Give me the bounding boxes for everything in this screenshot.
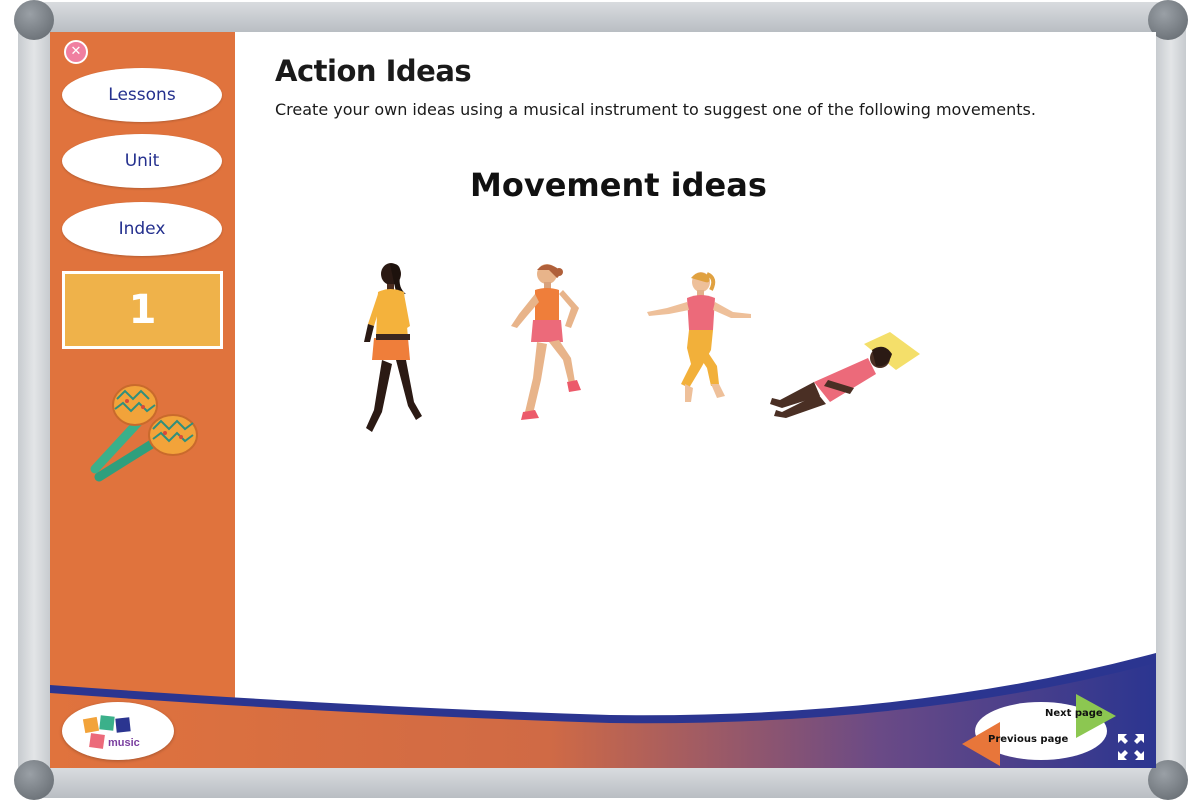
page-title: Action Ideas [275,54,472,88]
frame-right [1156,22,1186,778]
jumping-figure [647,272,751,402]
maracas-icon [90,384,198,482]
section-heading: Movement ideas [470,166,767,204]
walking-figure [364,263,422,432]
frame-corner [14,0,54,40]
lying-down-figure [770,332,920,418]
next-page-button[interactable]: Next page [1045,708,1103,719]
fullscreen-icon[interactable] [1116,732,1146,762]
close-icon[interactable]: ✕ [64,40,88,64]
running-figure [511,264,581,420]
whiteboard: ✕ Lessons Unit Index 1 Action Ideas Crea… [50,32,1156,768]
frame-top [28,2,1172,32]
svg-text:music: music [108,737,140,749]
frame-bottom [28,768,1172,798]
frame-left [18,22,50,778]
frame-corner [14,760,54,800]
unit-button[interactable]: Unit [62,134,222,188]
lessons-button[interactable]: Lessons [62,68,222,122]
logo-graphic: music [82,715,140,749]
previous-page-button[interactable]: Previous page [988,734,1068,745]
fun-music-logo[interactable]: music [62,702,174,760]
index-button[interactable]: Index [62,202,222,256]
instruction-text: Create your own ideas using a musical in… [275,100,1036,119]
page-number: 1 [62,271,223,349]
